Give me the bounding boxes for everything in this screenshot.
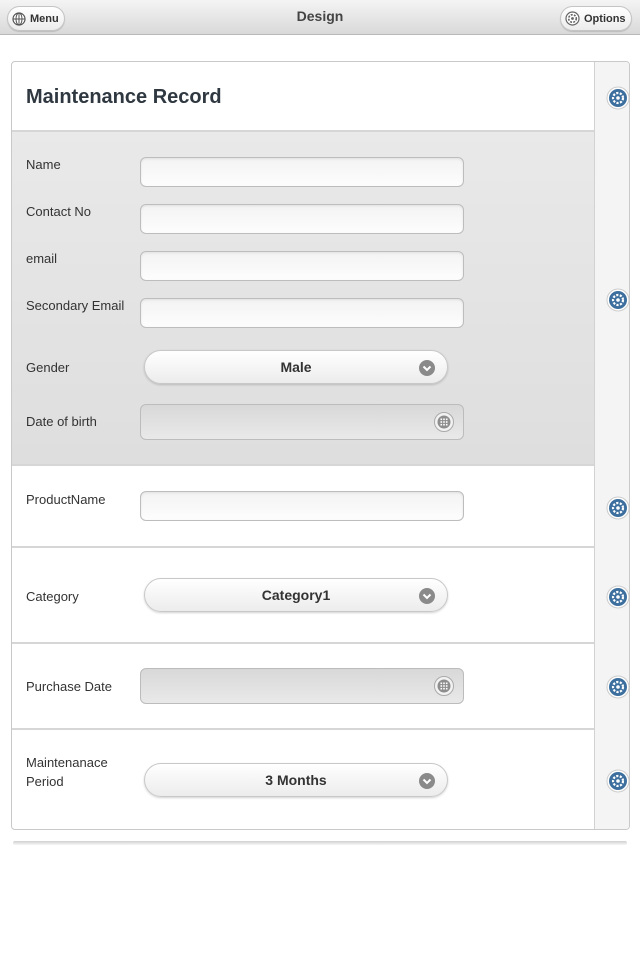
purchase-date-input[interactable]: [140, 668, 464, 704]
section-settings-rail: [594, 62, 629, 829]
contact-no-label: Contact No: [26, 204, 92, 219]
contact-settings-gear-icon[interactable]: [606, 288, 629, 312]
period-section: Maintenanace Period 3 Months: [12, 730, 595, 829]
calendar-icon[interactable]: [434, 676, 454, 696]
name-label: Name: [26, 157, 61, 172]
secondary-email-label: Secondary Email: [26, 298, 125, 313]
period-value: 3 Months: [265, 772, 327, 788]
email-input[interactable]: [140, 251, 464, 281]
calendar-icon[interactable]: [434, 412, 454, 432]
page-title: Design: [296, 8, 344, 24]
category-value: Category1: [261, 587, 331, 603]
chevron-down-icon: [419, 588, 435, 604]
chevron-down-icon: [419, 773, 435, 789]
period-label-line2: Period: [26, 774, 64, 789]
product-name-input[interactable]: [140, 491, 464, 521]
category-settings-gear-icon[interactable]: [606, 585, 629, 609]
product-settings-gear-icon[interactable]: [606, 496, 629, 520]
contact-no-input[interactable]: [140, 204, 464, 234]
period-label-line1: Maintenanace: [26, 755, 108, 770]
secondary-email-input[interactable]: [140, 298, 464, 328]
options-button[interactable]: Options: [560, 6, 632, 31]
email-label: email: [26, 251, 58, 266]
heading-settings-gear-icon[interactable]: [606, 86, 629, 110]
top-toolbar: Menu Design Options: [0, 0, 640, 35]
category-label: Category: [26, 589, 79, 604]
purchase-date-label: Purchase Date: [26, 679, 112, 694]
period-select[interactable]: 3 Months: [144, 763, 448, 797]
contact-section: Name Contact No email Secondary Email Ge…: [12, 132, 595, 466]
dob-input[interactable]: [140, 404, 464, 440]
gear-icon: [565, 11, 580, 26]
gender-label: Gender: [26, 360, 70, 375]
gender-select[interactable]: Male: [144, 350, 448, 384]
dob-label: Date of birth: [26, 414, 97, 429]
purchase-section: Purchase Date: [12, 644, 595, 730]
form-bottom-divider: [13, 841, 627, 845]
period-settings-gear-icon[interactable]: [606, 769, 629, 793]
form-heading: Maintenance Record: [26, 86, 222, 108]
name-input[interactable]: [140, 157, 464, 187]
gender-value: Male: [280, 359, 312, 375]
category-section: Category Category1: [12, 548, 595, 644]
maintenance-form: Maintenance Record Name Contact No email…: [11, 61, 630, 830]
heading-section: Maintenance Record: [12, 62, 595, 132]
purchase-settings-gear-icon[interactable]: [606, 675, 629, 699]
chevron-down-icon: [419, 360, 435, 376]
product-section: ProductName: [12, 466, 595, 548]
options-label: Options: [584, 12, 626, 25]
product-name-label: ProductName: [26, 492, 106, 507]
category-select[interactable]: Category1: [144, 578, 448, 612]
